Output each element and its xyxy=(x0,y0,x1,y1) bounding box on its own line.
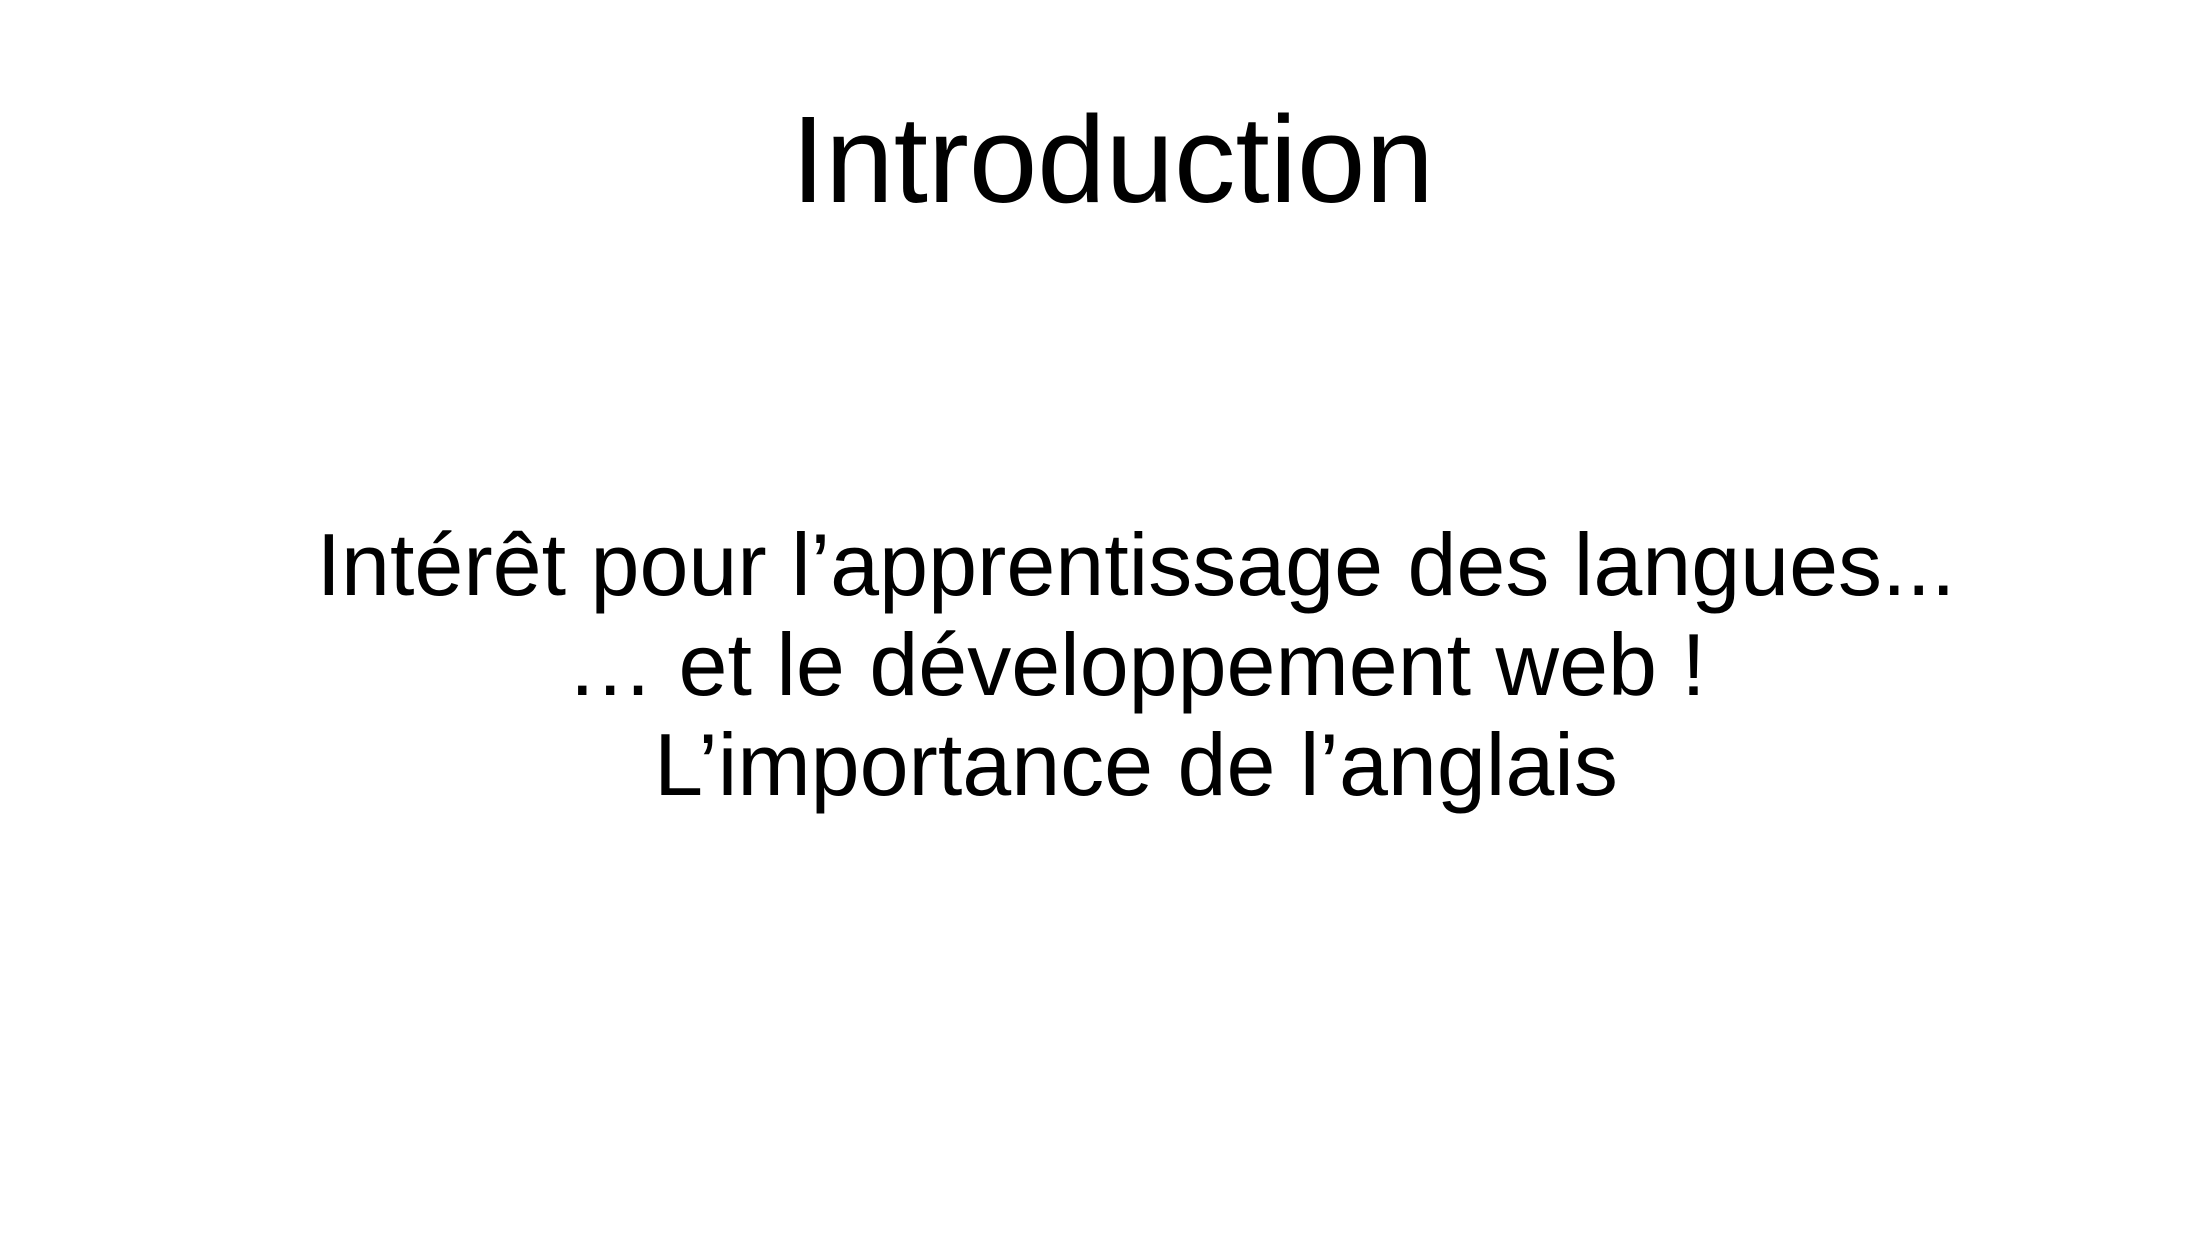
slide-body: Intérêt pour l’apprentissage des langues… xyxy=(0,515,2205,815)
body-line: L’importance de l’anglais xyxy=(654,715,1618,814)
body-line: Intérêt pour l’apprentissage des langues… xyxy=(316,515,1956,614)
slide-title: Introduction xyxy=(791,92,1434,229)
body-line: … et le développement web ! xyxy=(566,615,1706,714)
